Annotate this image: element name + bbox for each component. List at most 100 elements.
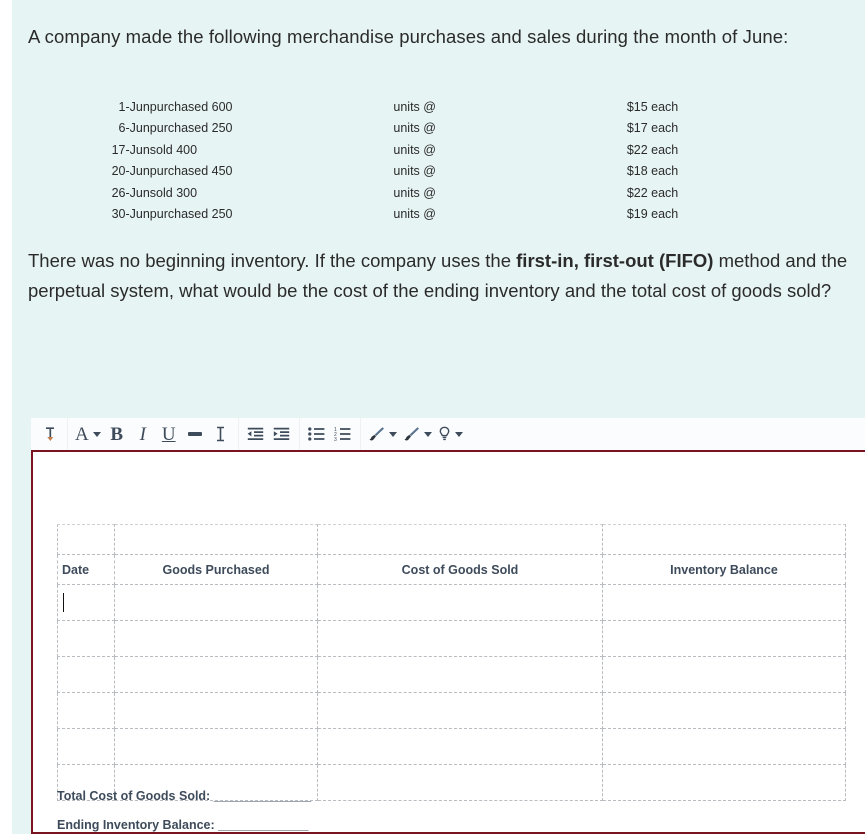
editor-content-area[interactable]: Date Goods Purchased Cost of Goods Sold … [31,450,865,834]
table-cell[interactable] [57,728,115,765]
toolbar-group-text-format: A B I U [67,418,238,450]
question-body-part1: There was no beginning inventory. If the… [28,250,517,271]
editor-toolbar: A B I U 1 2 3 [31,418,865,450]
table-cell[interactable] [114,656,318,693]
table-cell[interactable] [317,524,603,555]
table-cell[interactable] [602,584,846,621]
question-body-emphasis: first-in, first-out (FIFO) [516,250,714,271]
table-cell[interactable] [602,656,846,693]
table-cell[interactable] [114,692,318,729]
table-cell[interactable] [317,728,603,765]
text-color-brush-icon[interactable] [365,421,400,447]
question-intro-text: A company made the following merchandise… [28,26,789,47]
table-cell[interactable] [317,692,603,729]
table-cell[interactable] [114,584,318,621]
table-row[interactable] [57,620,846,657]
insert-hint-bulb-icon[interactable] [435,421,466,447]
bulleted-list-icon[interactable] [304,421,330,447]
table-row[interactable] [57,584,846,621]
transaction-price: $17 each [626,121,679,136]
table-cell[interactable] [317,620,603,657]
table-cell[interactable] [57,524,115,555]
rich-text-editor: A B I U 1 2 3 Date Goods Purchased Cost … [31,418,865,834]
transaction-description: purchased 250 [149,207,233,222]
remove-formatting-icon[interactable] [208,421,234,447]
answer-table-body: Date Goods Purchased Cost of Goods Sold … [57,524,846,801]
table-cell[interactable] [114,524,318,555]
paint-brush-glyph [368,426,385,442]
transaction-price: $18 each [626,164,679,179]
toolbar-group-lists: 1 2 3 [298,418,360,450]
table-row[interactable] [57,656,846,693]
table-row[interactable] [57,692,846,729]
toolbar-group-colors [359,418,470,450]
table-cell[interactable] [114,620,318,657]
table-cell[interactable] [602,620,846,657]
font-family-icon[interactable]: A [72,421,104,447]
table-row[interactable] [57,728,846,765]
toolbar-group-direction [33,418,67,450]
bulleted-list-glyph [308,427,325,441]
answer-table-blank-top-row[interactable] [57,524,846,555]
transaction-price: $15 each [626,99,679,114]
table-cell[interactable] [57,584,115,621]
table-cell[interactable] [602,692,846,729]
table-cell[interactable] [57,656,115,693]
transaction-units: units @ [393,99,436,114]
transaction-date: 30-Jun [111,207,150,222]
indent-glyph [273,427,290,442]
table-cell[interactable] [317,764,603,801]
column-header-date: Date [57,554,115,585]
question-body-text: There was no beginning inventory. If the… [28,246,858,306]
ending-inventory-line[interactable]: Ending Inventory Balance: _____________ [57,811,311,832]
numbered-list-glyph: 1 2 3 [334,427,351,443]
chevron-down-icon [92,431,101,437]
transactions-table: 1-Jun purchased 600 units @ $15 each 6-J… [28,96,840,225]
table-cell[interactable] [602,728,846,765]
transaction-units: units @ [393,121,436,136]
bold-icon[interactable]: B [104,421,130,447]
table-cell[interactable] [602,524,846,555]
transaction-price: $22 each [626,185,679,200]
page-root: A company made the following merchandise… [0,0,865,834]
table-cell[interactable] [602,764,846,801]
table-cell[interactable] [114,728,318,765]
transaction-date: 6-Jun [118,121,150,136]
text-ibeam-glyph [215,426,226,442]
outdent-icon[interactable] [243,421,269,447]
transaction-units: units @ [393,185,436,200]
horizontal-rule-icon[interactable] [182,421,208,447]
transaction-price: $19 each [626,207,679,222]
chevron-down-icon [423,431,432,437]
transaction-date: 20-Jun [111,164,150,179]
total-cogs-line[interactable]: Total Cost of Goods Sold: ______________ [57,782,311,811]
underline-icon[interactable]: U [156,421,182,447]
table-cell[interactable] [317,656,603,693]
transaction-row: 20-Jun purchased 450 units @ $18 each [28,161,840,183]
table-cell[interactable] [57,620,115,657]
highlight-color-brush-icon[interactable] [400,421,435,447]
lightbulb-glyph [438,426,451,442]
chevron-down-icon [454,431,463,437]
toolbar-group-indent [237,418,299,450]
column-header-cost-of-goods-sold: Cost of Goods Sold [317,554,603,585]
table-cell[interactable] [317,584,603,621]
transaction-row: 1-Jun purchased 600 units @ $15 each [28,96,840,118]
question-panel: A company made the following merchandise… [12,0,865,834]
transaction-price: $22 each [626,142,679,157]
transaction-row: 26-Jun sold 300 units @ $22 each [28,182,840,204]
svg-text:3: 3 [334,437,337,441]
table-cell[interactable] [57,692,115,729]
paint-brush-glyph [403,426,420,442]
transaction-row: 30-Jun purchased 250 units @ $19 each [28,204,840,226]
transaction-description: purchased 250 [149,121,233,136]
text-direction-icon[interactable] [37,421,63,447]
answer-table-header-row[interactable]: Date Goods Purchased Cost of Goods Sold … [57,554,846,585]
numbered-list-icon[interactable]: 1 2 3 [330,421,356,447]
text-direction-glyph [44,426,57,442]
italic-icon[interactable]: I [130,421,156,447]
indent-icon[interactable] [269,421,295,447]
transaction-units: units @ [393,142,436,157]
answer-table[interactable]: Date Goods Purchased Cost of Goods Sold … [57,524,846,801]
transaction-description: sold 400 [149,142,198,157]
